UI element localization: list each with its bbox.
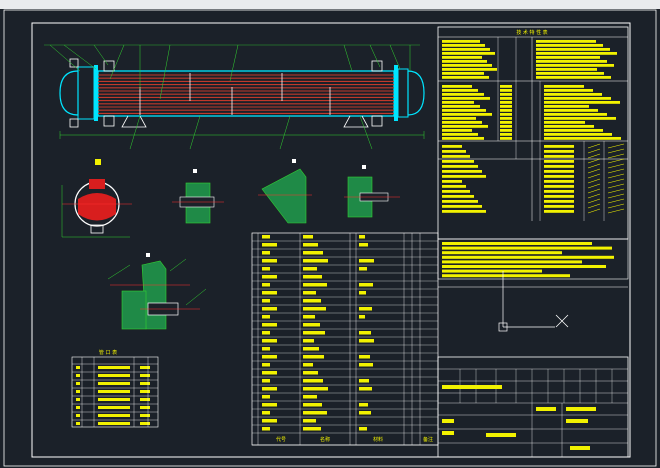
nozzle-a (103, 60, 115, 72)
window-top-bar (0, 0, 660, 9)
crosshair-cursor (555, 314, 569, 328)
parts-list: 代号 名称 材料 备注 (251, 232, 439, 446)
drawing-canvas[interactable]: 管 口 表 代号 名称 材料 备注 技 术 特 性 表 (0, 9, 660, 468)
technical-requirements (437, 238, 629, 288)
parts-header-code: 代号 (276, 436, 286, 443)
ucs-icon (498, 271, 569, 332)
nozzle-f (69, 118, 79, 128)
left-channel (77, 66, 95, 120)
cad-viewport[interactable]: 管 口 表 代号 名称 材料 备注 技 术 特 性 表 (0, 0, 660, 468)
detail-view-3 (344, 165, 400, 218)
section-marker (95, 159, 101, 165)
saddle-right (343, 115, 369, 128)
nozzle-table: 管 口 表 (71, 349, 159, 428)
tube-bundle (98, 74, 394, 114)
detail-view-4 (107, 253, 207, 330)
detail-view-2 (258, 159, 312, 224)
nozzle-b (371, 60, 383, 72)
tech-table-title: 技 术 特 性 表 (516, 29, 547, 36)
nozzle-table-title: 管 口 表 (99, 349, 117, 356)
parts-header-name: 名称 (320, 436, 330, 443)
parts-header-material: 材料 (373, 436, 383, 443)
detail-view-1 (172, 169, 224, 224)
heat-exchanger-elevation (44, 44, 425, 150)
right-head (407, 70, 425, 116)
tube-layout-area (78, 193, 116, 221)
nozzle-c (103, 115, 115, 127)
spec-table-entries (442, 40, 625, 214)
nozzle-d (371, 115, 383, 127)
leader-lines-bottom (129, 115, 373, 150)
right-channel (397, 68, 409, 118)
section-nozzle-top (89, 179, 105, 189)
tech-spec-table: 技 术 特 性 表 (437, 26, 629, 240)
right-tubesheet (394, 65, 398, 121)
cross-section-view (61, 159, 132, 238)
title-block (437, 356, 629, 458)
parts-header-remark: 备注 (423, 436, 433, 443)
left-head (59, 70, 79, 116)
saddle-left (121, 115, 147, 128)
